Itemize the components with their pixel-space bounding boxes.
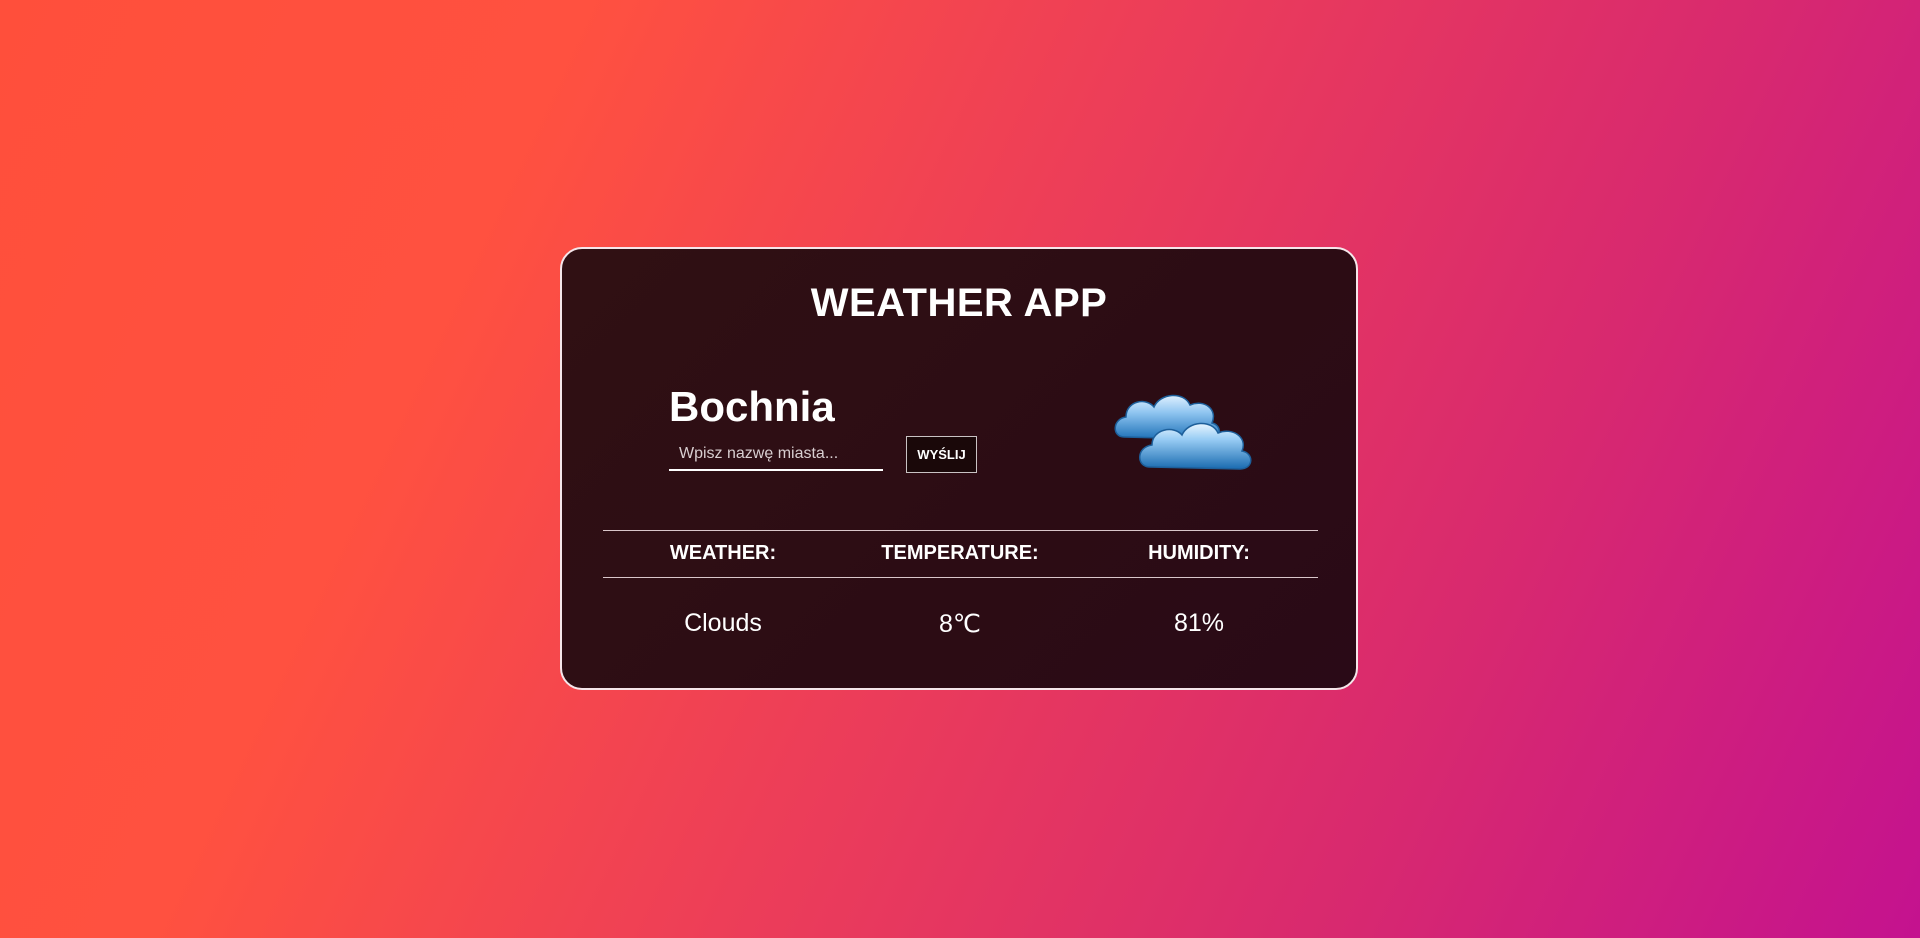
weather-card: WEATHER APP Bochnia WYŚLIJ WEATHER: TE [560, 247, 1358, 690]
table-divider-bottom [603, 577, 1318, 578]
humidity-header: HUMIDITY: [1148, 542, 1250, 564]
city-name: Bochnia [669, 383, 835, 430]
weather-value: Clouds [684, 609, 762, 637]
temperature-unit: ℃ [952, 611, 981, 638]
temperature-number: 8 [939, 610, 953, 638]
temperature-value: 8℃ [845, 609, 1075, 639]
temperature-header: TEMPERATURE: [881, 542, 1039, 564]
clouds-icon [1114, 394, 1252, 470]
send-button[interactable]: WYŚLIJ [906, 436, 977, 473]
humidity-value: 81% [1173, 609, 1225, 637]
city-search-input[interactable] [669, 439, 883, 471]
weather-header: WEATHER: [669, 542, 777, 564]
table-divider-top [603, 530, 1318, 531]
app-title: WEATHER APP [810, 281, 1108, 325]
